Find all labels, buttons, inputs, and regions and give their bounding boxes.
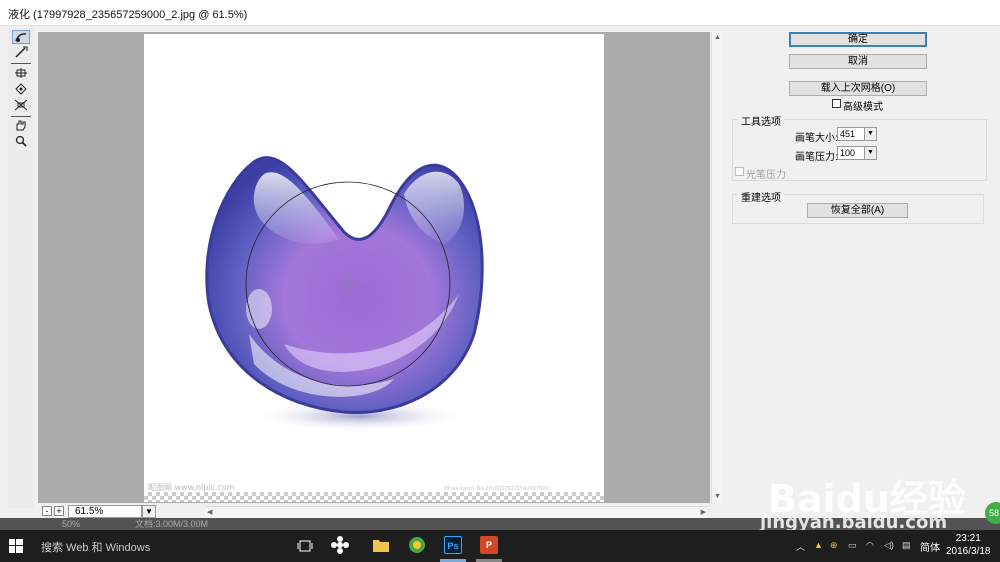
- zoom-level-field[interactable]: 61.5%: [68, 505, 142, 518]
- zoom-control: - + 61.5% ▼: [38, 505, 208, 518]
- brush-pressure-chevron-icon[interactable]: ▼: [864, 146, 877, 160]
- title-bar: 液化 (17997928_235657259000_2.jpg @ 61.5%): [0, 0, 1000, 26]
- battery-icon[interactable]: ▭: [848, 540, 857, 551]
- liquify-dialog: 液化 (17997928_235657259000_2.jpg @ 61.5%): [0, 0, 1000, 530]
- powerpoint-taskbar-icon[interactable]: P: [480, 536, 498, 554]
- taskbar-search-box[interactable]: 搜索 Web 和 Windows: [41, 539, 150, 555]
- stylus-pressure-label: 光笔压力: [746, 170, 786, 181]
- advanced-mode-label: 高级模式: [843, 102, 883, 113]
- brush-pressure-label: 画笔压力:: [795, 152, 838, 163]
- hand-tool-icon[interactable]: [12, 119, 30, 133]
- zoom-tool-icon[interactable]: [12, 135, 30, 149]
- ime-indicator[interactable]: 简体: [920, 539, 940, 554]
- ps-doc-size: 文档:3.00M/3.00M: [135, 519, 209, 529]
- notification-icon[interactable]: ▤: [902, 540, 911, 551]
- task-view-icon[interactable]: [297, 539, 313, 553]
- tray-plus-icon[interactable]: ⊕: [830, 540, 838, 551]
- reconstruct-tool-icon[interactable]: [12, 46, 30, 60]
- windows-start-icon[interactable]: [9, 539, 23, 553]
- tray-expand-icon[interactable]: ︿: [796, 540, 805, 553]
- browser-icon[interactable]: [408, 536, 426, 554]
- preview-canvas[interactable]: 昵图网 www.nipic.com BY:we-kaoji1 No:201602…: [38, 32, 710, 503]
- windows-taskbar: 搜索 Web 和 Windows Ps P ︿ ▲ ⊕ ▭ ◠ ◁) ▤ 简体 …: [0, 530, 1000, 562]
- brush-size-input[interactable]: 451: [837, 127, 865, 141]
- file-explorer-icon[interactable]: [372, 537, 390, 553]
- clock-date: 2016/3/18: [946, 546, 991, 557]
- push-left-tool-icon[interactable]: [12, 99, 30, 113]
- brush-size-chevron-icon[interactable]: ▼: [864, 127, 877, 141]
- ok-button[interactable]: 确定: [789, 32, 927, 47]
- window-title: 液化 (17997928_235657259000_2.jpg @ 61.5%): [8, 9, 248, 21]
- liquify-toolbox: [8, 28, 34, 508]
- zoom-dropdown-chevron-icon[interactable]: ▼: [142, 505, 156, 518]
- scroll-right-icon[interactable]: ▶: [701, 507, 706, 518]
- cancel-button[interactable]: 取消: [789, 54, 927, 69]
- vertical-scrollbar[interactable]: ▲ ▼: [711, 32, 723, 503]
- brush-size-label: 画笔大小:: [795, 133, 838, 144]
- clock-time: 23:21: [955, 533, 981, 544]
- forward-warp-tool-icon[interactable]: [12, 30, 30, 44]
- stylus-pressure-checkbox[interactable]: [735, 167, 744, 176]
- volume-icon[interactable]: ◁): [884, 540, 894, 551]
- brush-pressure-input[interactable]: 100: [837, 146, 865, 160]
- transparency-checker: [144, 492, 604, 502]
- tray-security-icon[interactable]: ▲: [814, 540, 823, 550]
- tool-options-title: 工具选项: [738, 113, 784, 128]
- glass-droplet-image: 昵图网 www.nipic.com BY:we-kaoji1 No:201602…: [148, 156, 549, 492]
- reconstruct-options-title: 重建选项: [738, 189, 784, 204]
- zoom-in-button[interactable]: +: [54, 506, 64, 516]
- zoom-out-button[interactable]: -: [42, 506, 52, 516]
- system-clock[interactable]: 23:21 2016/3/18: [946, 532, 991, 558]
- wifi-icon[interactable]: ◠: [866, 540, 874, 551]
- scroll-up-icon[interactable]: ▲: [713, 33, 722, 43]
- ps-zoom-readout: 50%: [62, 519, 81, 529]
- pucker-tool-icon[interactable]: [12, 67, 30, 81]
- horizontal-scrollbar[interactable]: ◀ ▶: [205, 506, 708, 518]
- bloat-tool-icon[interactable]: [12, 83, 30, 97]
- advanced-mode-checkbox[interactable]: [832, 99, 841, 108]
- green-badge: 58: [985, 502, 1000, 524]
- scroll-down-icon[interactable]: ▼: [713, 492, 722, 502]
- watermark-left: 昵图网 www.nipic.com: [148, 483, 235, 492]
- photoshop-taskbar-icon[interactable]: Ps: [444, 536, 462, 554]
- document-image[interactable]: 昵图网 www.nipic.com BY:we-kaoji1 No:201602…: [144, 34, 604, 502]
- load-last-mesh-button[interactable]: 载入上次网格(O): [789, 81, 927, 96]
- restore-all-button[interactable]: 恢复全部(A): [807, 203, 908, 218]
- pinwheel-app-icon[interactable]: [331, 536, 349, 554]
